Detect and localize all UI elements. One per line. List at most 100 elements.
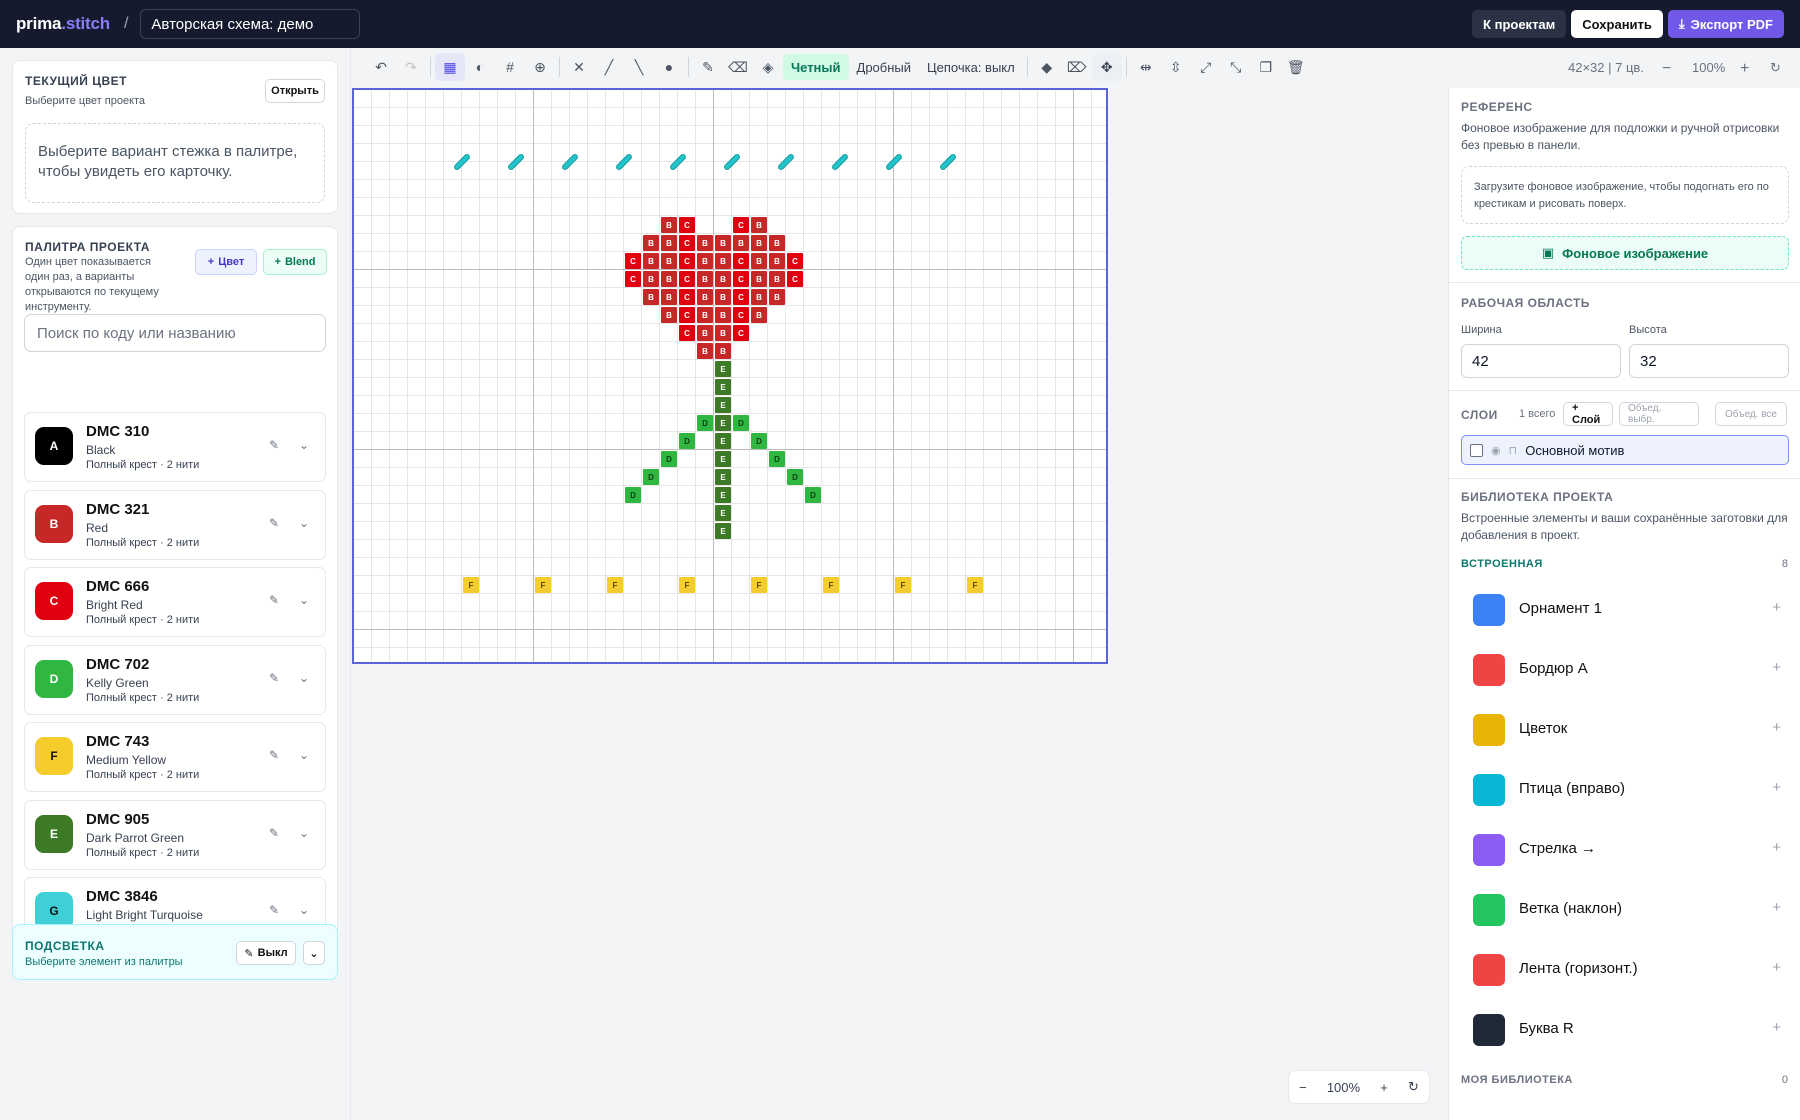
stitch-cell[interactable]: B	[697, 235, 713, 251]
highlight-dropdown-button[interactable]: ⌄	[303, 941, 325, 965]
hash-icon[interactable]: #	[495, 53, 525, 81]
stitch-cell[interactable]: C	[679, 253, 695, 269]
stitch-cell[interactable]: B	[751, 271, 767, 287]
stitch-cell[interactable]: C	[733, 271, 749, 287]
plus-icon[interactable]: +	[1772, 899, 1781, 916]
stitch-cell[interactable]: B	[643, 289, 659, 305]
flip-vertical-icon[interactable]: ⇳	[1161, 53, 1191, 81]
back-stitch-icon[interactable]: ╲	[624, 53, 654, 81]
fractional-mode-toggle[interactable]: Дробный	[849, 54, 920, 80]
export-pdf-button[interactable]: ⤓ Экспорт PDF	[1667, 10, 1784, 38]
stitch-cell[interactable]: B	[661, 271, 677, 287]
stitch-cell[interactable]: C	[679, 271, 695, 287]
trash-icon[interactable]: 🗑	[1281, 53, 1311, 81]
plus-icon[interactable]: +	[1772, 659, 1781, 676]
add-blend-button[interactable]: + Blend	[263, 249, 327, 275]
stitch-cell[interactable]: B	[697, 325, 713, 341]
background-image-button[interactable]: ▣ Фоновое изображение	[1461, 236, 1789, 270]
stitch-cell[interactable]: E	[715, 361, 731, 377]
library-item[interactable]: Стрелка → +	[1461, 822, 1789, 876]
palette-icon[interactable]: ◐	[465, 53, 495, 81]
stitch-cell[interactable]: F	[823, 577, 839, 593]
expand-icon[interactable]: ⤢	[1191, 53, 1221, 81]
chevron-down-icon[interactable]: ⌄	[299, 593, 309, 607]
zoom-in-icon[interactable]: +	[1740, 60, 1749, 78]
plus-icon[interactable]: +	[1772, 719, 1781, 736]
stitch-cell[interactable]: F	[895, 577, 911, 593]
french-knot-icon[interactable]: ●	[654, 53, 684, 81]
merge-all-button[interactable]: Объед. все	[1715, 402, 1787, 426]
eye-icon[interactable]: ◉	[1491, 444, 1501, 457]
clear-icon[interactable]: ⌦	[1062, 53, 1092, 81]
add-color-button[interactable]: + Цвет	[195, 249, 257, 275]
edit-icon[interactable]: ✎	[269, 671, 279, 685]
fill-bucket-icon[interactable]: ◆	[1032, 53, 1062, 81]
pencil-icon[interactable]: ✎	[693, 53, 723, 81]
stitch-cell[interactable]: B	[769, 289, 785, 305]
stitch-cell[interactable]: E	[715, 487, 731, 503]
layer-row[interactable]: ◉ ⊓ Основной мотив	[1461, 435, 1789, 465]
stitch-cell[interactable]: B	[643, 253, 659, 269]
stitch-cell[interactable]: D	[733, 415, 749, 431]
target-icon[interactable]: ⊕	[525, 53, 555, 81]
stitch-cell[interactable]: B	[751, 235, 767, 251]
library-item[interactable]: Бордюр А +	[1461, 642, 1789, 696]
library-item[interactable]: Лента (горизонт.) +	[1461, 942, 1789, 996]
stitch-cell[interactable]: C	[787, 253, 803, 269]
eraser-icon[interactable]: ⌫	[723, 53, 753, 81]
edit-icon[interactable]: ✎	[269, 903, 279, 917]
stitch-cell[interactable]: B	[715, 235, 731, 251]
stitch-cell[interactable]: F	[535, 577, 551, 593]
copy-icon[interactable]: ❐	[1251, 53, 1281, 81]
library-item[interactable]: Птица (вправо) +	[1461, 762, 1789, 816]
height-input[interactable]: 32	[1629, 344, 1789, 378]
stitch-cell[interactable]: B	[697, 289, 713, 305]
stitch-cell[interactable]: B	[661, 253, 677, 269]
stitch-cell[interactable]: E	[715, 397, 731, 413]
stitch-cell[interactable]: D	[805, 487, 821, 503]
edit-icon[interactable]: ✎	[269, 593, 279, 607]
reset-zoom-icon[interactable]: ↻	[1770, 60, 1781, 76]
stitch-cell[interactable]: D	[625, 487, 641, 503]
stitch-cell[interactable]: C	[787, 271, 803, 287]
stitch-cell[interactable]: C	[733, 307, 749, 323]
stitch-cell[interactable]: B	[715, 271, 731, 287]
chevron-down-icon[interactable]: ⌄	[299, 748, 309, 762]
stitch-cell[interactable]: B	[751, 253, 767, 269]
cross-stitch-icon[interactable]: ✕	[564, 53, 594, 81]
flip-horizontal-icon[interactable]: ⇹	[1131, 53, 1161, 81]
stitch-cell[interactable]: E	[715, 433, 731, 449]
stitch-cell[interactable]: B	[697, 307, 713, 323]
width-input[interactable]: 42	[1461, 344, 1621, 378]
zoom-out-icon[interactable]: −	[1299, 1080, 1307, 1095]
stitch-cell[interactable]: D	[661, 451, 677, 467]
bead-stitch[interactable]	[722, 152, 742, 172]
bead-stitch[interactable]	[776, 152, 796, 172]
app-logo[interactable]: prima.stitch	[16, 14, 110, 34]
bead-stitch[interactable]	[884, 152, 904, 172]
stitch-cell[interactable]: E	[715, 469, 731, 485]
stitch-cell[interactable]: C	[679, 325, 695, 341]
palette-item[interactable]: E DMC 905 Dark Parrot Green Полный крест · …	[24, 799, 326, 870]
palette-item[interactable]: D DMC 702 Kelly Green Полный крест · 2 нити…	[24, 644, 326, 715]
zoom-out-icon[interactable]: −	[1662, 60, 1671, 78]
stitch-cell[interactable]: B	[661, 217, 677, 233]
stitch-cell[interactable]: B	[769, 271, 785, 287]
plus-icon[interactable]: +	[1772, 599, 1781, 616]
stitch-cell[interactable]: B	[733, 235, 749, 251]
stitch-cell[interactable]: C	[733, 289, 749, 305]
stitch-cell[interactable]: E	[715, 379, 731, 395]
stitch-cell[interactable]: E	[715, 505, 731, 521]
reference-dropzone[interactable]: Загрузите фоновое изображение, чтобы под…	[1461, 166, 1789, 224]
stitch-cell[interactable]: C	[679, 307, 695, 323]
stitch-cell[interactable]: B	[715, 343, 731, 359]
stitch-cell[interactable]: B	[643, 271, 659, 287]
zoom-in-icon[interactable]: +	[1380, 1080, 1388, 1095]
stitch-cell[interactable]: D	[697, 415, 713, 431]
edit-icon[interactable]: ✎	[269, 748, 279, 762]
layer-checkbox[interactable]	[1470, 443, 1483, 457]
palette-search-input[interactable]: Поиск по коду или названию	[24, 314, 326, 352]
stitch-cell[interactable]: C	[679, 217, 695, 233]
bead-stitch[interactable]	[506, 152, 526, 172]
stitch-cell[interactable]: C	[733, 253, 749, 269]
